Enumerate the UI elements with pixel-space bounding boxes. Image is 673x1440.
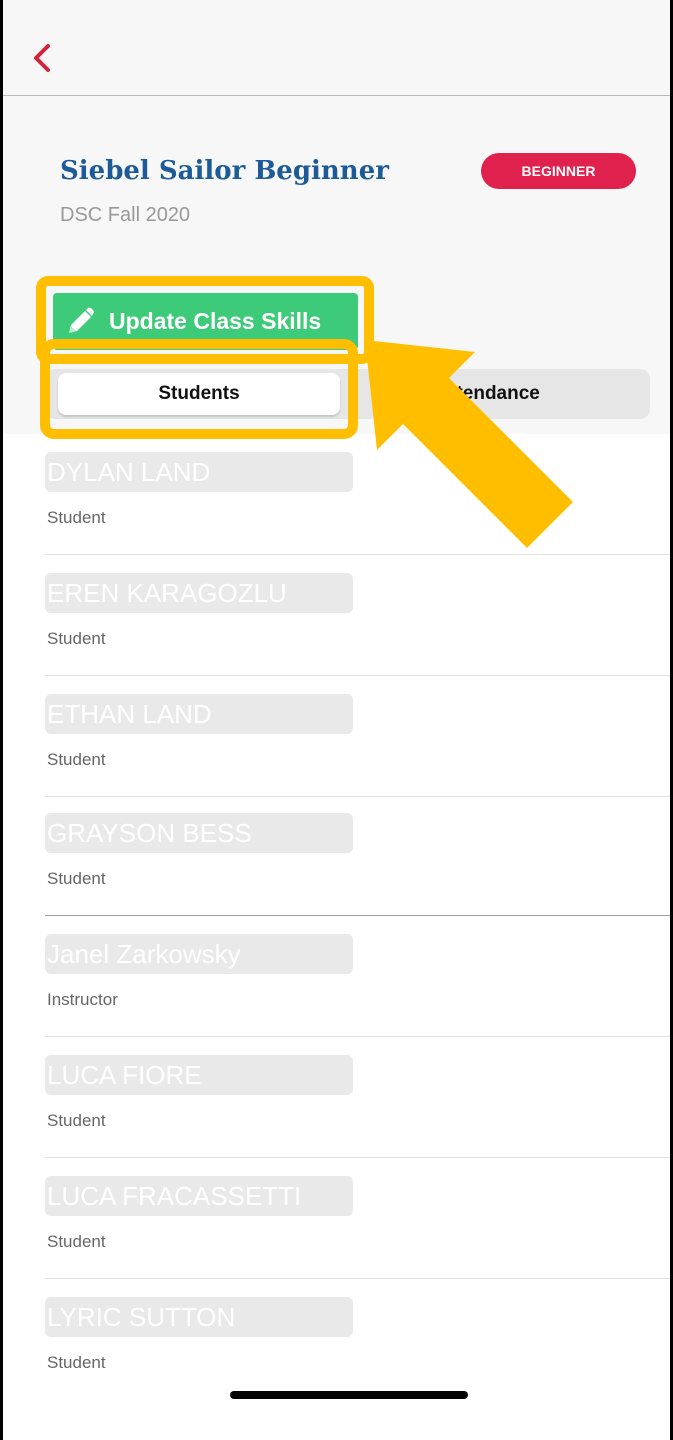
roster-row[interactable]: LUCA FIORE Student <box>45 1037 673 1158</box>
member-role: Student <box>47 750 106 769</box>
class-title: Siebel Sailor Beginner <box>60 156 389 186</box>
roster-row[interactable]: LUCA FRACASSETTI Student <box>45 1158 673 1279</box>
nav-bar <box>0 0 673 96</box>
pencil-icon <box>69 307 94 333</box>
member-role: Student <box>47 1111 106 1130</box>
frame-border-left <box>0 0 3 1440</box>
member-name: EREN KARAGOZLU <box>45 573 353 613</box>
member-role: Student <box>47 508 106 527</box>
roster-row[interactable]: EREN KARAGOZLU Student <box>45 555 673 676</box>
roster-row[interactable]: Janel Zarkowsky Instructor <box>45 916 673 1037</box>
roster-row[interactable]: GRAYSON BESS Student <box>45 795 673 916</box>
member-name: LUCA FRACASSETTI <box>45 1176 353 1216</box>
home-indicator <box>230 1391 468 1399</box>
roster-row[interactable]: LYRIC SUTTON Student <box>45 1279 673 1400</box>
member-name: GRAYSON BESS <box>45 813 353 853</box>
roster-row[interactable]: DYLAN LAND Student <box>45 434 673 555</box>
roster-row[interactable]: ETHAN LAND Student <box>45 676 673 797</box>
back-button[interactable] <box>26 36 66 80</box>
member-role: Instructor <box>47 990 118 1009</box>
class-subtitle: DSC Fall 2020 <box>60 204 191 226</box>
member-name: LUCA FIORE <box>45 1055 353 1095</box>
tab-attendance[interactable]: ttendance <box>350 373 640 415</box>
chevron-left-icon <box>34 44 50 72</box>
member-role: Student <box>47 629 106 648</box>
member-role: Student <box>47 1232 106 1251</box>
students-tab-highlight <box>40 339 358 439</box>
member-name: LYRIC SUTTON <box>45 1297 353 1337</box>
member-role: Student <box>47 1353 106 1372</box>
update-button-label: Update Class Skills <box>109 308 322 334</box>
level-badge: BEGINNER <box>481 153 636 189</box>
member-name: Janel Zarkowsky <box>45 934 353 974</box>
member-name: DYLAN LAND <box>45 452 353 492</box>
member-role: Student <box>47 869 106 888</box>
member-name: ETHAN LAND <box>45 694 353 734</box>
